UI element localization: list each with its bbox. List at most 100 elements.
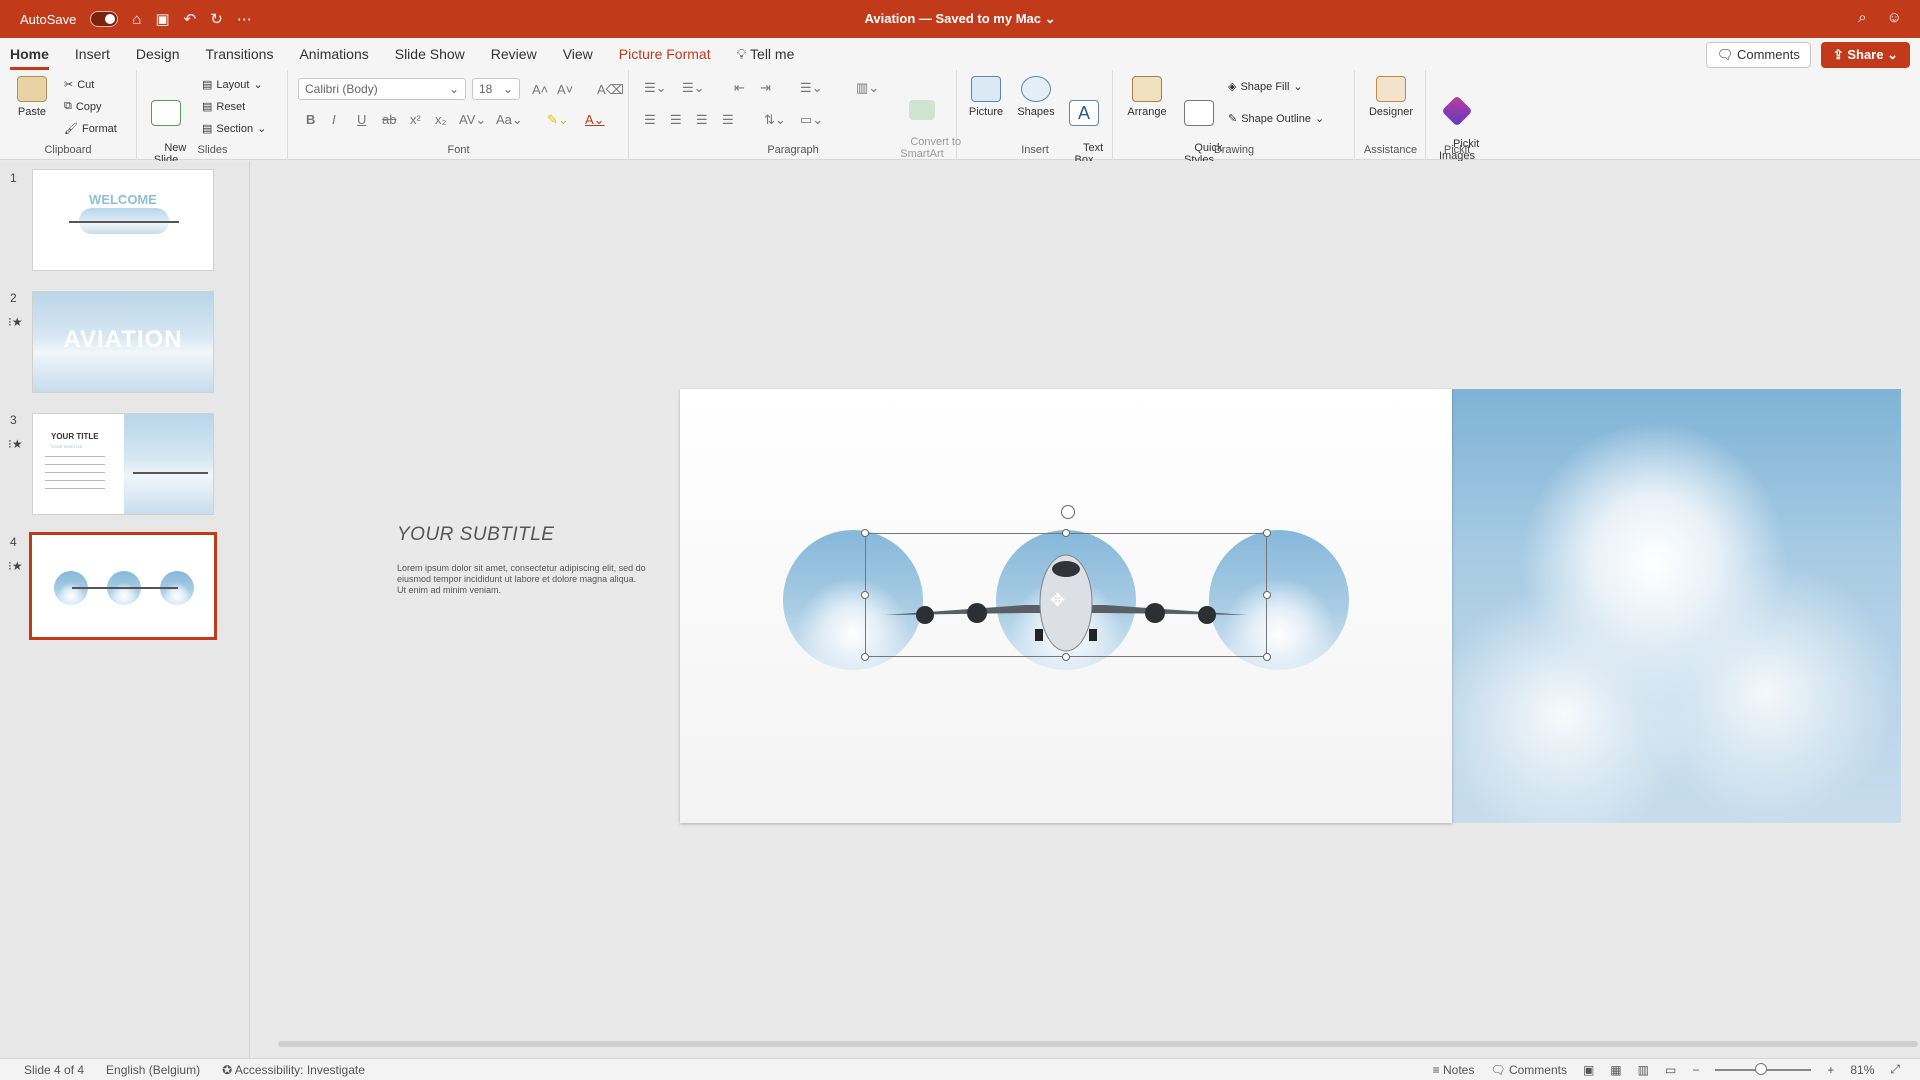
copy-button[interactable]: ⧉ Copy [64, 100, 102, 113]
convert-smartart-button[interactable]: Convert to SmartArt [892, 76, 961, 172]
highlight-icon[interactable]: ✎⌄ [547, 112, 569, 128]
increase-indent-icon[interactable]: ⇥ [760, 80, 771, 96]
airplane-icon [133, 472, 208, 474]
tab-home[interactable]: Home [10, 46, 49, 70]
tell-me-label: Tell me [750, 46, 795, 62]
reading-view-icon[interactable]: ▥ [1638, 1063, 1649, 1077]
italic-icon[interactable]: I [332, 112, 336, 127]
thumb-title: AVIATION [63, 326, 183, 353]
resize-handle[interactable] [1263, 653, 1271, 661]
zoom-out-icon[interactable]: − [1692, 1063, 1699, 1077]
tab-view[interactable]: View [563, 46, 593, 70]
text-direction-icon[interactable]: ⇅⌄ [764, 112, 786, 128]
slide-body-text[interactable]: Lorem ipsum dolor sit amet, consectetur … [397, 563, 647, 596]
resize-handle[interactable] [861, 653, 869, 661]
clipboard-group-label: Clipboard [44, 144, 92, 156]
tab-insert[interactable]: Insert [75, 46, 110, 70]
underline-icon[interactable]: U [357, 112, 366, 127]
bold-icon[interactable]: B [306, 112, 315, 127]
reset-button[interactable]: ▤ Reset [202, 100, 245, 114]
shape-fill-label: Shape Fill [1240, 80, 1290, 93]
chevron-down-icon: ⌄ [502, 82, 513, 96]
resize-handle[interactable] [1062, 529, 1070, 537]
horizontal-scrollbar[interactable] [278, 1041, 1918, 1047]
pickit-icon [1441, 95, 1473, 127]
rotate-handle[interactable] [1061, 505, 1075, 519]
align-left-icon[interactable]: ☰ [644, 112, 656, 128]
columns-icon[interactable]: ▥⌄ [856, 80, 879, 96]
tab-transitions[interactable]: Transitions [206, 46, 274, 70]
arrange-button[interactable]: Arrange [1124, 76, 1170, 118]
normal-view-icon[interactable]: ▣ [1583, 1063, 1594, 1077]
resize-handle[interactable] [861, 529, 869, 537]
subscript-icon[interactable]: x₂ [435, 112, 447, 127]
resize-handle[interactable] [1062, 653, 1070, 661]
share-button[interactable]: ⇪ Share ⌄ [1820, 42, 1910, 68]
picture-button[interactable]: Picture [966, 76, 1006, 118]
align-text-icon[interactable]: ▭⌄ [800, 112, 823, 128]
align-right-icon[interactable]: ☰ [696, 112, 708, 128]
slides-group: New Slide ▤ Layout ⌄ ▤ Reset ▤ Section ⌄ Sl… [138, 70, 288, 166]
fit-slide-icon[interactable]: ⤢ [1890, 1062, 1900, 1077]
section-button[interactable]: ▤ Section ⌄ [202, 122, 266, 136]
resize-handle[interactable] [861, 591, 869, 599]
zoom-level[interactable]: 81% [1850, 1063, 1874, 1077]
resize-handle[interactable] [1263, 529, 1271, 537]
decrease-indent-icon[interactable]: ⇤ [734, 80, 745, 96]
notes-icon: ≡ [1432, 1062, 1443, 1077]
shape-outline-button[interactable]: ✎ Shape Outline ⌄ [1228, 112, 1324, 126]
cut-button[interactable]: ✂ Cut [64, 78, 94, 92]
line-spacing-icon[interactable]: ☰⌄ [800, 80, 823, 96]
layout-button[interactable]: ▤ Layout ⌄ [202, 78, 263, 92]
strikethrough-icon[interactable]: ab [382, 112, 396, 127]
comments-button[interactable]: 🗨︎ Comments [1705, 42, 1811, 68]
selection-box[interactable] [865, 533, 1267, 657]
slide-thumbnail-4[interactable] [29, 532, 217, 640]
tab-tell-me[interactable]: 💡︎ Tell me [737, 46, 795, 70]
slide-thumbnail-3[interactable]: YOUR TITLE YOUR SUBTITLE [32, 413, 214, 515]
tab-animations[interactable]: Animations [299, 46, 368, 70]
align-center-icon[interactable]: ☰ [670, 112, 682, 128]
pickit-images-button[interactable]: Pickit Images [1433, 76, 1481, 174]
notes-button[interactable]: ≡ Notes [1433, 1063, 1475, 1077]
numbering-icon[interactable]: ☰⌄ [682, 80, 705, 96]
document-title[interactable]: Aviation — Saved to my Mac ⌄ [0, 11, 1920, 27]
justify-icon[interactable]: ☰ [722, 112, 734, 128]
slide-thumbnail-1[interactable]: WELCOME [32, 169, 214, 271]
search-icon[interactable]: ⌕ [1858, 9, 1866, 26]
font-family-select[interactable]: Calibri (Body) ⌄ [298, 78, 466, 100]
account-icon[interactable]: ☺ [1887, 9, 1902, 26]
shape-fill-button[interactable]: ◈ Shape Fill ⌄ [1228, 80, 1303, 94]
tab-review[interactable]: Review [491, 46, 537, 70]
tab-slide-show[interactable]: Slide Show [395, 46, 465, 70]
slide-thumbnail-2[interactable]: AVIATION [32, 291, 214, 393]
clear-format-icon[interactable]: A⌫ [597, 82, 624, 98]
superscript-icon[interactable]: x² [410, 112, 421, 127]
font-color-icon[interactable]: A⌄ [585, 112, 605, 128]
font-size-select[interactable]: 18 ⌄ [472, 78, 520, 100]
thumb-title: YOUR TITLE [51, 432, 99, 441]
change-case-icon[interactable]: Aa⌄ [496, 112, 523, 128]
resize-handle[interactable] [1263, 591, 1271, 599]
bullets-icon[interactable]: ☰⌄ [644, 80, 667, 96]
language-status[interactable]: English (Belgium) [106, 1063, 200, 1077]
status-comments-button[interactable]: 🗨︎ Comments [1490, 1063, 1567, 1077]
character-spacing-icon[interactable]: AV⌄ [459, 112, 486, 128]
increase-font-icon[interactable]: A˄ [532, 82, 548, 97]
accessibility-status[interactable]: ✪ Accessibility: Investigate [222, 1063, 365, 1077]
designer-button[interactable]: Designer [1362, 76, 1420, 118]
slideshow-view-icon[interactable]: ▭ [1665, 1063, 1676, 1077]
zoom-slider-knob[interactable] [1755, 1062, 1768, 1075]
zoom-slider[interactable] [1715, 1062, 1812, 1075]
slide-subtitle[interactable]: YOUR SUBTITLE [397, 524, 554, 546]
shapes-button[interactable]: Shapes [1016, 76, 1056, 118]
tab-design[interactable]: Design [136, 46, 180, 70]
accessibility-icon: ✪ [222, 1063, 235, 1077]
zoom-in-icon[interactable]: + [1827, 1063, 1834, 1077]
format-painter-button[interactable]: 🖌︎ Format [64, 122, 117, 136]
cloud-image-offslide[interactable] [1452, 389, 1901, 823]
paste-button[interactable]: Paste [12, 76, 52, 118]
tab-picture-format[interactable]: Picture Format [619, 46, 711, 70]
slide-sorter-icon[interactable]: ▦ [1610, 1063, 1621, 1077]
decrease-font-icon[interactable]: A˅ [557, 82, 573, 97]
